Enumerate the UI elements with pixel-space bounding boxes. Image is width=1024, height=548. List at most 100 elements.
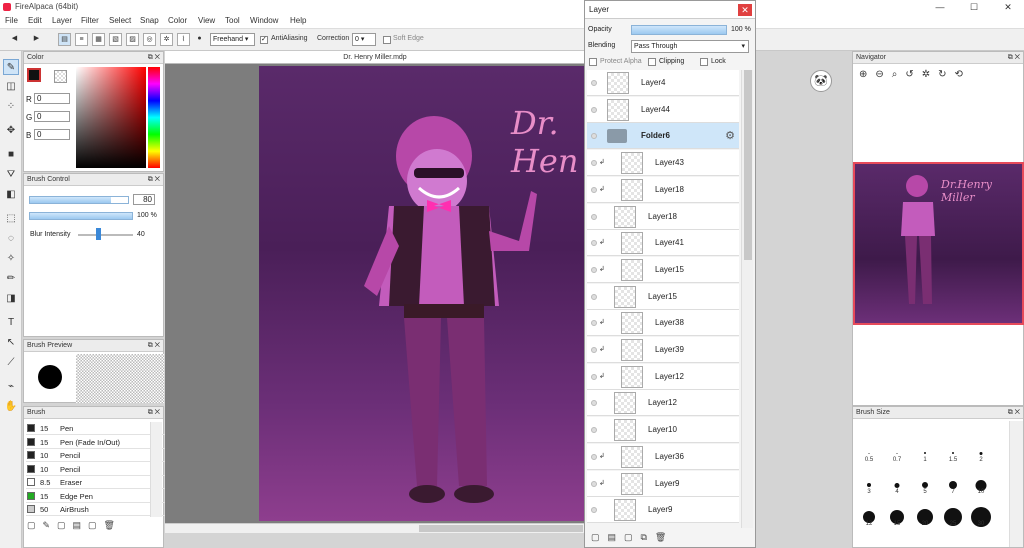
hue-slider[interactable] bbox=[148, 67, 160, 168]
correction-select[interactable]: 0 ▾ bbox=[352, 33, 376, 46]
brush-item[interactable]: 15 Pen bbox=[26, 422, 170, 435]
snap-perspective-icon[interactable]: ▨ bbox=[126, 33, 139, 46]
panel-close-icon[interactable]: ⧉ ✕ bbox=[148, 174, 160, 186]
minimize-button[interactable]: — bbox=[930, 1, 950, 13]
visibility-icon[interactable] bbox=[591, 160, 597, 167]
divide-tool-icon[interactable]: ⟋ bbox=[3, 355, 19, 371]
g-input[interactable]: 0 bbox=[34, 111, 70, 122]
brush-item[interactable]: 8.5 Eraser bbox=[26, 476, 170, 489]
menu-edit[interactable]: Edit bbox=[28, 16, 42, 25]
brush-item[interactable]: 15 Edge Pen bbox=[26, 490, 170, 503]
brush-size-option[interactable]: 3 bbox=[857, 473, 881, 495]
brush-size-option[interactable]: 12 bbox=[857, 505, 881, 527]
visibility-icon[interactable] bbox=[591, 507, 597, 514]
layer-panel-close-icon[interactable]: ✕ bbox=[738, 4, 752, 16]
menu-color[interactable]: Color bbox=[168, 16, 187, 25]
folder-settings-icon[interactable]: ⚙ bbox=[725, 129, 735, 142]
visibility-icon[interactable] bbox=[591, 133, 597, 140]
snap-settings-icon[interactable]: ● bbox=[193, 33, 206, 46]
brush-item[interactable]: 10 Pencil bbox=[26, 463, 170, 476]
panel-close-icon[interactable]: ⧉ ✕ bbox=[148, 340, 160, 352]
blur-slider-track[interactable] bbox=[78, 234, 133, 236]
layer-row[interactable]: Layer10 bbox=[587, 417, 739, 444]
lock-checkbox[interactable] bbox=[700, 58, 708, 66]
panel-close-icon[interactable]: ⧉ ✕ bbox=[1008, 407, 1020, 419]
snap-diagonal-icon[interactable]: ▧ bbox=[109, 33, 122, 46]
move-tool-icon[interactable]: ✥ bbox=[3, 123, 19, 139]
fill-tool-icon[interactable]: ■ bbox=[3, 147, 19, 163]
antialiasing-checkbox[interactable]: ✓ bbox=[260, 36, 268, 44]
layer-row[interactable]: Layer18 bbox=[587, 203, 739, 230]
snap-off-icon[interactable]: ▤ bbox=[58, 33, 71, 46]
visibility-icon[interactable] bbox=[591, 293, 597, 300]
panel-close-icon[interactable]: ⧉ ✕ bbox=[148, 52, 160, 64]
layer-row[interactable]: ↲ Layer39 bbox=[587, 337, 739, 363]
primary-color-swatch[interactable] bbox=[27, 68, 41, 82]
protect-alpha-checkbox[interactable] bbox=[589, 58, 597, 66]
brush-size-option[interactable]: 5 bbox=[913, 473, 937, 495]
panel-close-icon[interactable]: ⧉ ✕ bbox=[148, 407, 160, 419]
brush-size-option[interactable]: 4 bbox=[885, 473, 909, 495]
gradient-tool-icon[interactable]: ◧ bbox=[3, 187, 19, 203]
saturation-value-picker[interactable] bbox=[76, 67, 146, 168]
maximize-button[interactable]: ☐ bbox=[964, 1, 984, 13]
secondary-color-swatch[interactable] bbox=[54, 70, 67, 83]
layer-row[interactable]: Layer44 bbox=[587, 96, 739, 123]
layer-scroll-thumb[interactable] bbox=[744, 70, 752, 260]
clipping-checkbox[interactable] bbox=[648, 58, 656, 66]
snap-circle-icon[interactable]: ◎ bbox=[143, 33, 156, 46]
visibility-icon[interactable] bbox=[591, 80, 597, 86]
b-input[interactable]: 0 bbox=[34, 129, 70, 140]
blur-slider-handle[interactable] bbox=[96, 228, 101, 240]
visibility-icon[interactable] bbox=[591, 240, 597, 247]
dot-tool-icon[interactable]: ⁘ bbox=[3, 99, 19, 115]
document-tab[interactable]: Dr. Henry Miller.mdp bbox=[165, 51, 585, 64]
layer-row[interactable]: ↲ Layer43 bbox=[587, 150, 739, 177]
visibility-icon[interactable] bbox=[591, 480, 597, 487]
panel-close-icon[interactable]: ⧉ ✕ bbox=[1008, 52, 1020, 64]
blending-select[interactable]: Pass Through ▾ bbox=[631, 40, 749, 53]
brush-size-scrollbar[interactable] bbox=[1009, 421, 1023, 547]
close-button[interactable]: ✕ bbox=[998, 1, 1018, 13]
layer-row[interactable]: ↲ Layer36 bbox=[587, 443, 739, 470]
layer-folder-row[interactable]: ⚙ Folder6 bbox=[587, 123, 739, 150]
magic-wand-icon[interactable]: ✧ bbox=[3, 251, 19, 267]
layer-row[interactable]: ↲ Layer12 bbox=[587, 363, 739, 390]
layer-row[interactable]: Layer15 bbox=[587, 283, 739, 310]
layer-panel-actions[interactable]: ▢▤▢⧉🗑 bbox=[591, 532, 674, 543]
visibility-icon[interactable] bbox=[591, 427, 597, 434]
brush-mode-select[interactable]: Freehand ▾ bbox=[210, 33, 255, 46]
brush-opacity-slider[interactable] bbox=[29, 212, 133, 220]
brush-item[interactable]: 10 Pencil bbox=[26, 449, 170, 462]
brush-item[interactable]: 15 Pen (Fade In/Out) bbox=[26, 436, 170, 449]
menu-layer[interactable]: Layer bbox=[52, 16, 72, 25]
menu-filter[interactable]: Filter bbox=[81, 16, 99, 25]
select-eraser-icon[interactable]: ◨ bbox=[3, 291, 19, 307]
layer-list-scrollbar[interactable] bbox=[741, 70, 753, 528]
next-icon[interactable]: ▶ bbox=[30, 33, 43, 46]
visibility-icon[interactable] bbox=[591, 186, 597, 193]
snap-grid-icon[interactable]: ▦ bbox=[92, 33, 105, 46]
snap-curve-icon[interactable]: ⌇ bbox=[177, 33, 190, 46]
brush-size-option[interactable]: 1 bbox=[913, 441, 937, 463]
lasso-tool-icon[interactable]: ◌ bbox=[3, 231, 19, 247]
menu-help[interactable]: Help bbox=[290, 16, 306, 25]
artwork-canvas[interactable]: Dr. Hen bbox=[259, 66, 585, 521]
menu-tool[interactable]: Tool bbox=[225, 16, 240, 25]
brush-size-option[interactable]: 1.5 bbox=[941, 441, 965, 463]
snap-radial-icon[interactable]: ✲ bbox=[160, 33, 173, 46]
brush-panel-actions[interactable]: ▢✎▢▤▢🗑 bbox=[27, 520, 122, 531]
scroll-thumb[interactable] bbox=[419, 525, 583, 532]
select-tool-icon[interactable]: ⬚ bbox=[3, 211, 19, 227]
eraser-tool-icon[interactable]: ◫ bbox=[3, 79, 19, 95]
soft-edge-checkbox[interactable] bbox=[383, 36, 391, 44]
layer-row[interactable]: Layer9 bbox=[587, 497, 739, 524]
navigator-toolbar[interactable]: ⊕⊖⌕↺✲↻⟲ bbox=[859, 69, 971, 80]
brush-size-option[interactable]: 0.7 bbox=[885, 441, 909, 463]
visibility-icon[interactable] bbox=[591, 347, 597, 353]
mascot-icon[interactable]: 🐼 bbox=[810, 70, 832, 92]
brush-size-option[interactable]: 20 bbox=[913, 505, 937, 527]
canvas-horizontal-scrollbar[interactable] bbox=[165, 523, 585, 533]
menu-snap[interactable]: Snap bbox=[140, 16, 159, 25]
menu-view[interactable]: View bbox=[198, 16, 215, 25]
